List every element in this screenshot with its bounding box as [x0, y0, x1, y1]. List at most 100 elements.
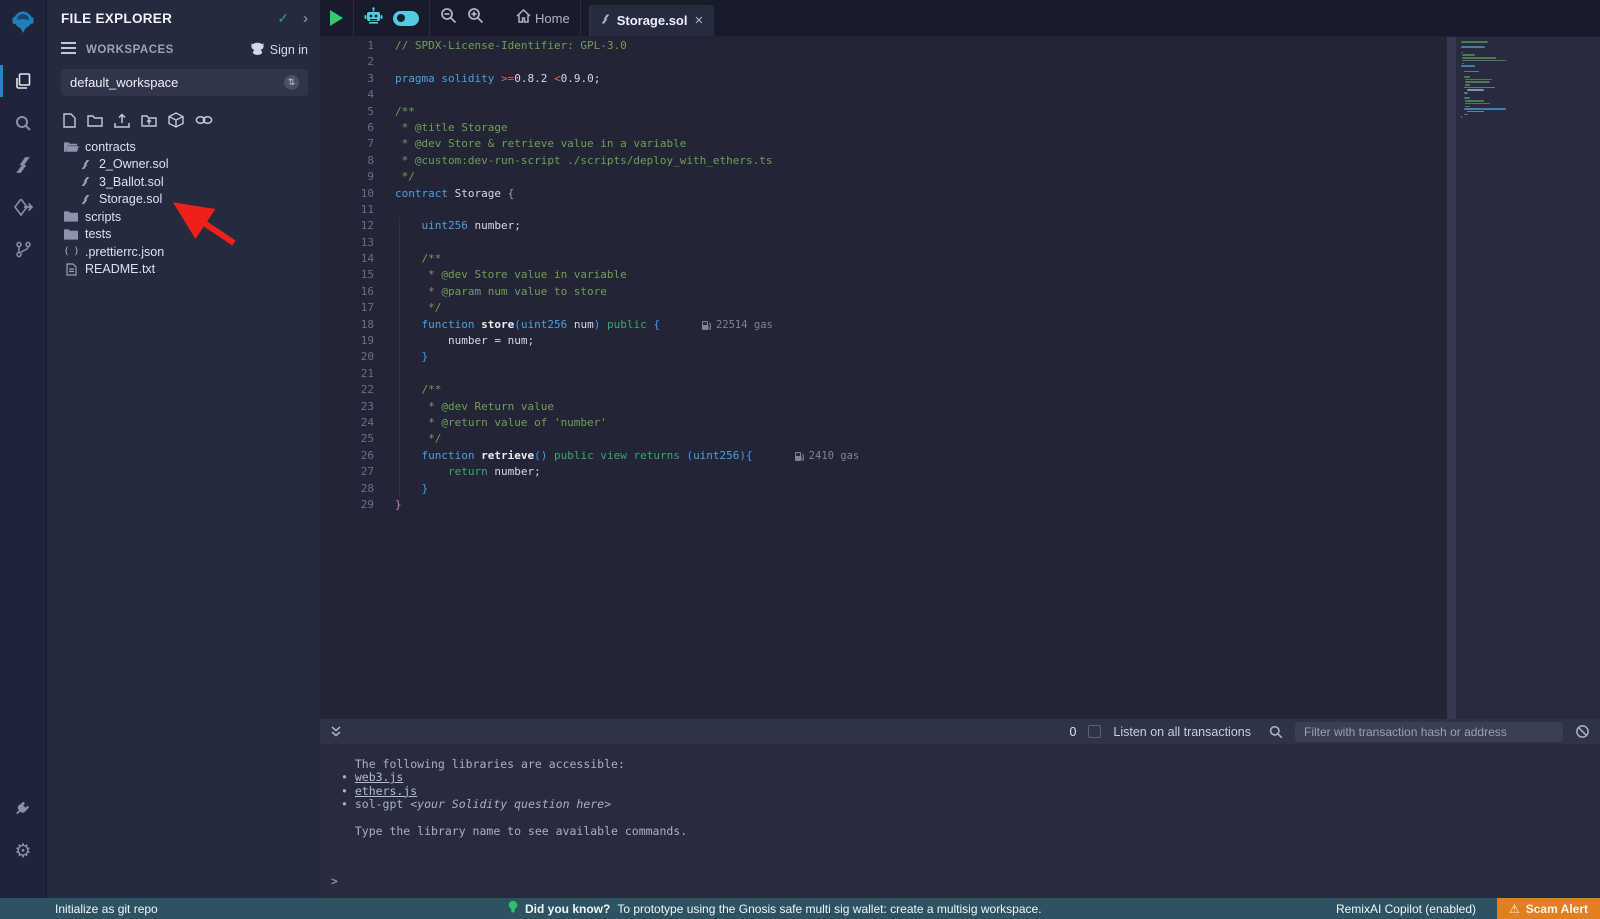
- sidebar-item-solidity-compiler[interactable]: [0, 144, 47, 186]
- code-line[interactable]: 29}: [320, 497, 859, 513]
- code-line[interactable]: 8 * @custom:dev-run-script ./scripts/dep…: [320, 153, 859, 169]
- cube-icon[interactable]: [168, 112, 184, 128]
- code-line[interactable]: 10contract Storage {: [320, 186, 859, 202]
- transaction-filter-input[interactable]: [1295, 722, 1563, 742]
- editor-scrollbar[interactable]: [1447, 37, 1456, 719]
- line-number: 8: [320, 153, 374, 169]
- tree-item-label: README.txt: [85, 262, 155, 276]
- line-number: 26: [320, 448, 374, 464]
- code-line[interactable]: 19 number = num;: [320, 333, 859, 349]
- code-line[interactable]: 28 }: [320, 481, 859, 497]
- tree-item[interactable]: tests: [47, 226, 320, 244]
- code-line[interactable]: 9 */: [320, 169, 859, 185]
- hamburger-menu-icon[interactable]: [61, 41, 76, 59]
- code-line[interactable]: 25 */: [320, 431, 859, 447]
- code-line[interactable]: 12 uint256 number;: [320, 218, 859, 234]
- line-number: 12: [320, 218, 374, 234]
- transactions-count-badge: 0: [1069, 725, 1076, 739]
- zoom-in-icon[interactable]: [467, 7, 484, 29]
- code-line[interactable]: 7 * @dev Store & retrieve value in a var…: [320, 136, 859, 152]
- zoom-out-icon[interactable]: [440, 7, 457, 29]
- code-line[interactable]: 24 * @return value of 'number': [320, 415, 859, 431]
- code-text: * @dev Return value: [374, 399, 554, 415]
- minimap[interactable]: [1461, 41, 1506, 119]
- line-number: 9: [320, 169, 374, 185]
- tree-item[interactable]: 2_Owner.sol: [47, 156, 320, 174]
- upload-file-icon[interactable]: [114, 113, 130, 128]
- code-line[interactable]: 3pragma solidity >=0.8.2 <0.9.0;: [320, 71, 859, 87]
- code-line[interactable]: 20 }: [320, 349, 859, 365]
- remix-logo[interactable]: [0, 0, 47, 44]
- sidebar-item-file-explorer[interactable]: [0, 60, 47, 102]
- line-number: 5: [320, 104, 374, 120]
- code-line[interactable]: 15 * @dev Store value in variable: [320, 267, 859, 283]
- tree-item[interactable]: Storage.sol: [47, 191, 320, 209]
- code-line[interactable]: 23 * @dev Return value: [320, 399, 859, 415]
- warning-icon: ⚠: [1509, 902, 1520, 916]
- line-number: 20: [320, 349, 374, 365]
- copilot-toggle[interactable]: [393, 11, 419, 26]
- code-text: [374, 366, 395, 382]
- file-toolbar: [47, 96, 320, 136]
- code-line[interactable]: 18 function store(uint256 num) public {2…: [320, 317, 859, 333]
- code-text: [374, 202, 395, 218]
- code-line[interactable]: 17 */: [320, 300, 859, 316]
- terminal-collapse-icon[interactable]: [330, 725, 342, 738]
- code-line[interactable]: 27 return number;: [320, 464, 859, 480]
- tab-close-icon[interactable]: ×: [694, 12, 703, 29]
- code-line[interactable]: 2: [320, 54, 859, 70]
- panel-title: FILE EXPLORER: [61, 11, 277, 26]
- link-icon[interactable]: [195, 114, 213, 126]
- code-line[interactable]: 13: [320, 235, 859, 251]
- code-text: }: [374, 497, 402, 513]
- tree-item[interactable]: ( ).prettierrc.json: [47, 243, 320, 261]
- tab-storage-sol[interactable]: Storage.sol ×: [589, 5, 715, 36]
- workspace-select[interactable]: default_workspace ⇅: [61, 69, 308, 96]
- code-line[interactable]: 14 /**: [320, 251, 859, 267]
- code-text: uint256 number;: [374, 218, 521, 234]
- sidebar-item-plugin-manager[interactable]: [0, 788, 47, 830]
- terminal-line: [320, 812, 1600, 825]
- sidebar-item-deploy-run[interactable]: [0, 186, 47, 228]
- tree-item[interactable]: README.txt: [47, 261, 320, 279]
- ai-robot-icon[interactable]: [364, 7, 383, 30]
- clear-console-icon[interactable]: [1575, 724, 1590, 739]
- sidebar-item-settings[interactable]: ⚙: [0, 830, 47, 872]
- code-text: return number;: [374, 464, 541, 480]
- code-line[interactable]: 1// SPDX-License-Identifier: GPL-3.0: [320, 38, 859, 54]
- terminal[interactable]: The following libraries are accessible:•…: [320, 744, 1600, 898]
- terminal-prompt[interactable]: >: [331, 874, 338, 888]
- listen-transactions-checkbox[interactable]: [1088, 725, 1101, 738]
- code-line[interactable]: 6 * @title Storage: [320, 120, 859, 136]
- code-line[interactable]: 26 function retrieve() public view retur…: [320, 448, 859, 464]
- sidebar-item-search[interactable]: [0, 102, 47, 144]
- workspace-sort-icon: ⇅: [284, 75, 299, 90]
- copilot-status[interactable]: RemixAI Copilot (enabled): [1336, 902, 1476, 916]
- init-git-repo-button[interactable]: Initialize as git repo: [55, 902, 158, 916]
- run-script-button[interactable]: [330, 10, 343, 26]
- tree-item[interactable]: contracts: [47, 138, 320, 156]
- library-link[interactable]: web3.js: [355, 770, 403, 784]
- code-line[interactable]: 11: [320, 202, 859, 218]
- sidebar-item-git[interactable]: [0, 228, 47, 270]
- line-number: 21: [320, 366, 374, 382]
- new-file-icon[interactable]: [63, 113, 76, 128]
- tree-item[interactable]: scripts: [47, 208, 320, 226]
- new-folder-icon[interactable]: [87, 113, 103, 127]
- line-number: 2: [320, 54, 374, 70]
- library-link[interactable]: ethers.js: [355, 784, 417, 798]
- tree-item[interactable]: 3_Ballot.sol: [47, 173, 320, 191]
- collapse-chevron-icon[interactable]: ›: [303, 10, 308, 27]
- home-button[interactable]: Home: [516, 9, 570, 28]
- code-text: }: [374, 481, 428, 497]
- code-line[interactable]: 5/**: [320, 104, 859, 120]
- scam-alert-button[interactable]: ⚠ Scam Alert: [1497, 898, 1600, 919]
- code-line[interactable]: 22 /**: [320, 382, 859, 398]
- sign-in-button[interactable]: Sign in: [250, 42, 308, 58]
- code-line[interactable]: 16 * @param num value to store: [320, 284, 859, 300]
- solidity-file-icon: [601, 12, 610, 30]
- code-line[interactable]: 21: [320, 366, 859, 382]
- code-editor[interactable]: 1// SPDX-License-Identifier: GPL-3.023pr…: [320, 37, 1600, 719]
- code-line[interactable]: 4: [320, 87, 859, 103]
- upload-folder-icon[interactable]: [141, 113, 157, 127]
